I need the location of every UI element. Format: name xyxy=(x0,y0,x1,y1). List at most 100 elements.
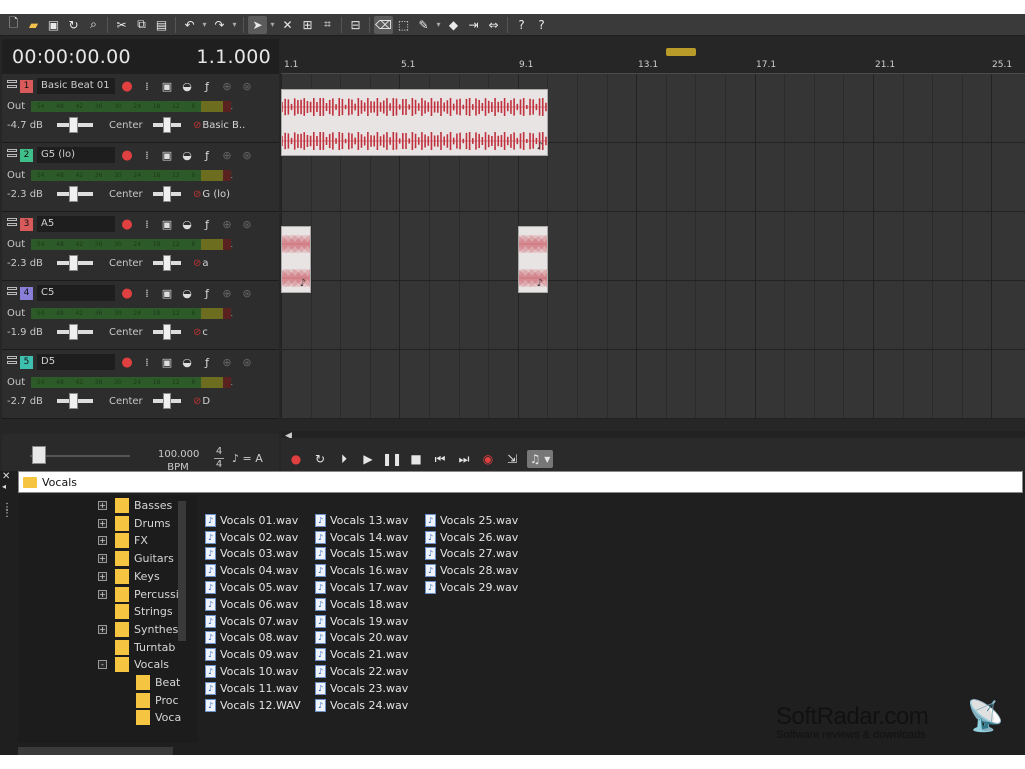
file-item[interactable]: ♪ Vocals 22.wav xyxy=(315,663,425,680)
tree-horizontal-scrollbar[interactable] xyxy=(18,747,173,755)
tree-subfolder[interactable]: Beat xyxy=(136,674,180,691)
go-to-end-button[interactable]: ⏭ xyxy=(455,450,473,468)
track-link-icon[interactable]: ⊛ xyxy=(239,216,255,232)
track-expand-icon[interactable] xyxy=(7,149,17,161)
volume-slider[interactable] xyxy=(57,255,93,271)
tree-subfolder[interactable]: Proc xyxy=(136,692,179,709)
file-item[interactable]: ♪ Vocals 05.wav xyxy=(205,579,315,596)
new-file-icon[interactable]: 🗋 xyxy=(4,16,23,34)
mute-icon[interactable]: ◒ xyxy=(179,78,195,94)
solo-icon[interactable]: ƒ xyxy=(199,354,215,370)
volume-slider-thumb[interactable] xyxy=(69,186,78,202)
automation-icon[interactable]: ⁞ xyxy=(139,216,155,232)
file-item[interactable]: ♪ Vocals 15.wav xyxy=(315,546,425,563)
auto-scroll-button[interactable]: ⇲ xyxy=(503,450,521,468)
expand-icon[interactable]: + xyxy=(98,571,107,581)
track-expand-icon[interactable] xyxy=(7,356,17,368)
bus-assignment[interactable]: ⊘Basic B... xyxy=(193,120,245,131)
envelope-tool-icon[interactable]: ✕ xyxy=(278,16,297,34)
timeline-ruler[interactable]: 1.1 5.1 9.1 13.1 17.1 21.1 25.1 xyxy=(281,60,1025,74)
volume-slider[interactable] xyxy=(57,393,93,409)
solo-icon[interactable]: ƒ xyxy=(199,216,215,232)
tree-vertical-scrollbar[interactable] xyxy=(178,501,186,641)
clip-fx-icon[interactable]: ♪ xyxy=(537,141,543,152)
track-options-icon[interactable]: ⊕ xyxy=(219,285,235,301)
track-options-icon[interactable]: ⊕ xyxy=(219,216,235,232)
open-folder-icon[interactable]: ▰ xyxy=(24,16,43,34)
track-expand-icon[interactable] xyxy=(7,80,17,92)
go-to-start-button[interactable]: ⏮ xyxy=(431,450,449,468)
track-header[interactable]: 2G5 (lo)●⁞▣◒ƒ⊕⊛Out54484236302418126-Inf.… xyxy=(2,143,279,212)
copy-icon[interactable]: ⧉ xyxy=(132,16,151,34)
pan-slider[interactable] xyxy=(153,255,181,271)
file-item[interactable]: ♪ Vocals 07.wav xyxy=(205,613,315,630)
volume-slider-thumb[interactable] xyxy=(69,117,78,133)
pan-slider[interactable] xyxy=(153,324,181,340)
play-button[interactable]: ▶ xyxy=(359,450,377,468)
tree-folder[interactable]: + Keys xyxy=(98,568,160,585)
file-item[interactable]: ♪ Vocals 06.wav xyxy=(205,596,315,613)
pan-slider-thumb[interactable] xyxy=(163,117,171,133)
bus-assignment[interactable]: ⊘G (lo) xyxy=(193,189,245,200)
automation-icon[interactable]: ⁞ xyxy=(139,285,155,301)
expand-icon[interactable]: + xyxy=(98,554,107,564)
track-header[interactable]: 1 Basic Beat 01 ● ⁞ ▣ ◒ ƒ ⊕ ⊛ Out 54 48 42 36 30 24 18 12… xyxy=(2,74,279,143)
file-item[interactable]: ♪ Vocals 28.wav xyxy=(425,562,535,579)
edit-tool-dropdown-icon[interactable]: ▾ xyxy=(268,16,277,34)
file-item[interactable]: ♪ Vocals 23.wav xyxy=(315,680,425,697)
tree-folder[interactable]: + FX xyxy=(98,532,148,549)
track-link-icon[interactable]: ⊛ xyxy=(239,78,255,94)
mute-icon[interactable]: ◒ xyxy=(179,285,195,301)
track-expand-icon[interactable] xyxy=(7,218,17,230)
track-lane[interactable] xyxy=(281,212,1025,281)
tree-folder[interactable]: - Vocals xyxy=(98,656,169,673)
automation-icon[interactable]: ⁞ xyxy=(139,147,155,163)
arm-record-icon[interactable]: ● xyxy=(119,78,135,94)
volume-slider-thumb[interactable] xyxy=(69,393,78,409)
undo-dropdown-icon[interactable]: ▾ xyxy=(200,16,209,34)
file-item[interactable]: ♪ Vocals 04.wav xyxy=(205,562,315,579)
track-name[interactable]: C5 xyxy=(37,285,115,301)
track-expand-icon[interactable] xyxy=(7,287,17,299)
file-item[interactable]: ♪ Vocals 24.wav xyxy=(315,697,425,714)
solo-icon[interactable]: ƒ xyxy=(199,285,215,301)
expand-icon[interactable]: + xyxy=(98,501,107,510)
arm-record-icon[interactable]: ● xyxy=(119,147,135,163)
track-lane[interactable] xyxy=(281,281,1025,350)
clip-fx-icon[interactable]: ♪ xyxy=(537,278,543,289)
track-options-icon[interactable]: ⊕ xyxy=(219,354,235,370)
track-header[interactable]: 4C5●⁞▣◒ƒ⊕⊛Out54484236302418126-Inf.-1.9 … xyxy=(2,281,279,350)
volume-slider[interactable] xyxy=(57,324,93,340)
render-icon[interactable]: ↻ xyxy=(64,16,83,34)
track-link-icon[interactable]: ⊛ xyxy=(239,354,255,370)
pan-slider[interactable] xyxy=(153,186,181,202)
split-tool-icon[interactable]: ⬚ xyxy=(394,16,413,34)
file-item[interactable]: ♪ Vocals 14.wav xyxy=(315,529,425,546)
file-item[interactable]: ♪ Vocals 19.wav xyxy=(315,613,425,630)
mute-icon[interactable]: ◒ xyxy=(179,354,195,370)
audio-clip[interactable]: ♪ xyxy=(518,226,548,293)
automation-icon[interactable]: ⁞ xyxy=(139,354,155,370)
loop-playback-button[interactable]: ↻ xyxy=(311,450,329,468)
tree-folder[interactable]: + Percussi xyxy=(98,586,179,603)
file-item[interactable]: ♪ Vocals 25.wav xyxy=(425,512,535,529)
pan-slider-thumb[interactable] xyxy=(163,324,171,340)
clip-fx-icon[interactable]: ♪ xyxy=(300,278,306,289)
metronome-key[interactable]: ♪ = A xyxy=(232,452,263,465)
track-header[interactable]: 3A5●⁞▣◒ƒ⊕⊛Out54484236302418126-Inf.-2.3 … xyxy=(2,212,279,281)
normal-edit-tool-icon[interactable]: ➤ xyxy=(248,15,267,34)
volume-slider-thumb[interactable] xyxy=(69,255,78,271)
expand-icon[interactable]: + xyxy=(98,589,107,599)
redo-icon[interactable]: ↷ xyxy=(210,16,229,34)
file-item[interactable]: ♪ Vocals 03.wav xyxy=(205,546,315,563)
file-item[interactable]: ♪ Vocals 01.wav xyxy=(205,512,315,529)
expand-icon[interactable]: + xyxy=(98,536,107,546)
file-item[interactable]: ♪ Vocals 26.wav xyxy=(425,529,535,546)
pan-slider-thumb[interactable] xyxy=(163,186,171,202)
arm-record-icon[interactable]: ● xyxy=(119,285,135,301)
whats-this-icon[interactable]: ? xyxy=(512,16,531,34)
tree-folder[interactable]: Strings xyxy=(98,603,173,620)
paste-icon[interactable]: ▤ xyxy=(152,16,171,34)
close-icon[interactable]: ✕ xyxy=(2,471,16,482)
bus-assignment[interactable]: ⊘c xyxy=(193,327,245,338)
